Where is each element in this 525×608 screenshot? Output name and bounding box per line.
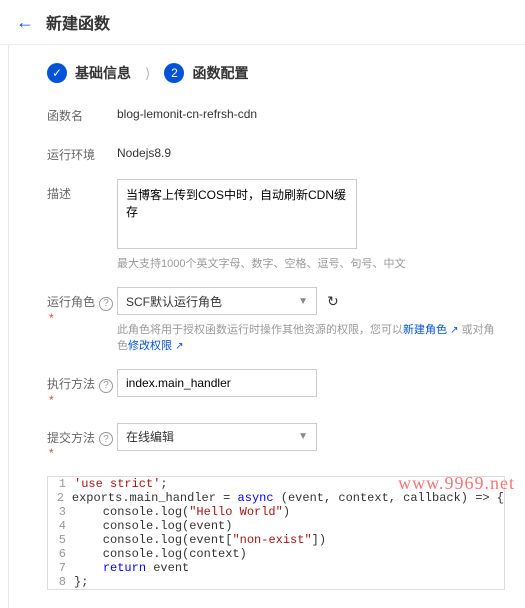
help-icon[interactable]: ? — [99, 432, 113, 446]
required-asterisk: * — [49, 446, 54, 460]
row-submit-method: 提交方法?* 在线编辑 ▼ — [47, 423, 505, 461]
submit-method-select[interactable]: 在线编辑 ▼ — [117, 423, 317, 451]
external-link-icon: ↗ — [175, 341, 183, 352]
link-modify-permission[interactable]: 修改权限 ↗ — [128, 340, 183, 352]
role-hint: 此角色将用于授权函数运行时操作其他资源的权限，您可以新建角色 ↗ 或对角色修改权… — [117, 321, 505, 353]
page-title: 新建函数 — [46, 10, 110, 34]
submit-method-value: 在线编辑 — [126, 428, 174, 445]
help-icon[interactable]: ? — [99, 379, 113, 393]
role-select[interactable]: SCF默认运行角色 ▼ — [117, 287, 317, 315]
row-role: 运行角色?* SCF默认运行角色 ▼ ↻ 此角色将用于授权函数运行时操作其他资源… — [47, 287, 505, 353]
label-function-name: 函数名 — [47, 101, 117, 124]
label-description: 描述 — [47, 179, 117, 202]
caret-down-icon: ▼ — [298, 296, 308, 307]
step-2-number: 2 — [164, 63, 184, 83]
required-asterisk: * — [49, 311, 54, 325]
step-1[interactable]: 基础信息 — [47, 63, 131, 83]
required-asterisk: * — [49, 393, 54, 407]
role-select-value: SCF默认运行角色 — [126, 293, 222, 310]
header-bar: ← 新建函数 — [0, 0, 525, 45]
exec-method-input[interactable] — [117, 369, 317, 397]
step-2[interactable]: 2 函数配置 — [164, 63, 248, 83]
main-panel: 基础信息 ⟩ 2 函数配置 函数名 blog-lemonit-cn-refrsh… — [8, 45, 525, 608]
row-description: 描述 当博客上传到COS中时，自动刷新CDN缓存 最大支持1000个英文字母、数… — [47, 179, 505, 271]
label-runtime: 运行环境 — [47, 140, 117, 163]
step-indicator: 基础信息 ⟩ 2 函数配置 — [47, 63, 505, 83]
row-exec-method: 执行方法?* — [47, 369, 505, 407]
check-icon — [47, 63, 67, 83]
step-2-label: 函数配置 — [192, 63, 248, 83]
value-runtime: Nodejs8.9 — [117, 140, 171, 160]
label-submit-method: 提交方法?* — [47, 423, 117, 461]
value-function-name: blog-lemonit-cn-refrsh-cdn — [117, 101, 257, 121]
link-create-role[interactable]: 新建角色 ↗ — [403, 324, 458, 336]
caret-down-icon: ▼ — [298, 431, 308, 442]
code-editor[interactable]: 1'use strict'; 2exports.main_handler = a… — [47, 476, 505, 590]
refresh-icon[interactable]: ↻ — [327, 293, 339, 310]
description-hint: 最大支持1000个英文字母、数字、空格、逗号、句号、中文 — [117, 255, 405, 271]
description-textarea[interactable]: 当博客上传到COS中时，自动刷新CDN缓存 — [117, 179, 357, 249]
chevron-right-icon: ⟩ — [145, 65, 150, 82]
help-icon[interactable]: ? — [99, 297, 113, 311]
label-role: 运行角色?* — [47, 287, 117, 325]
row-runtime: 运行环境 Nodejs8.9 — [47, 140, 505, 163]
back-arrow-icon[interactable]: ← — [16, 12, 34, 33]
step-1-label: 基础信息 — [75, 63, 131, 83]
row-function-name: 函数名 blog-lemonit-cn-refrsh-cdn — [47, 101, 505, 124]
label-exec-method: 执行方法?* — [47, 369, 117, 407]
